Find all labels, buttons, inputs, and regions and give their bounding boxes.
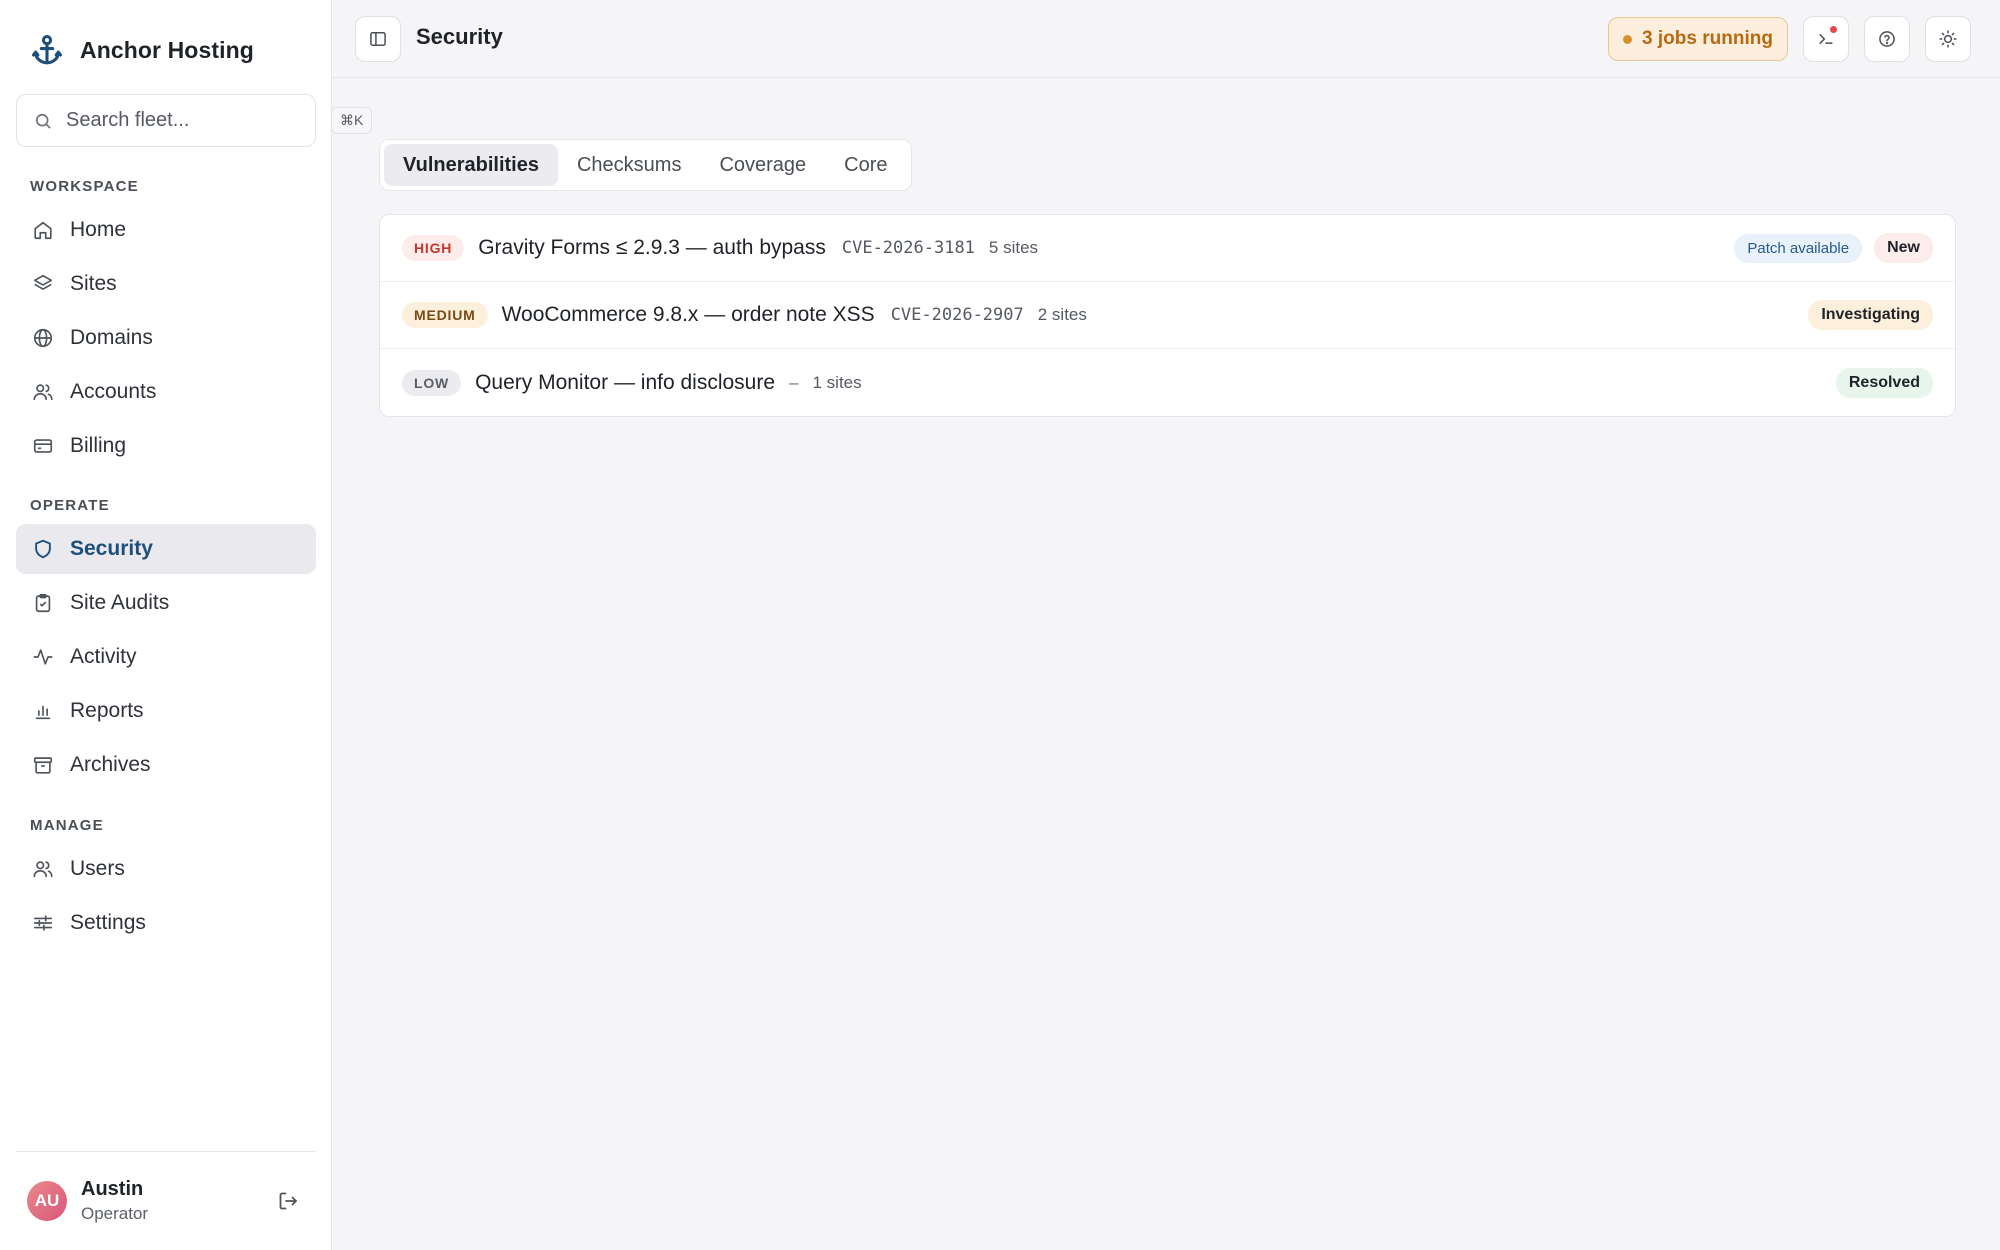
user-profile[interactable]: AU Austin Operator [16,1151,316,1250]
search-icon [33,111,53,131]
archive-icon [32,754,54,776]
sidebar-item-label: Billing [70,434,127,457]
sidebar-item-label: Home [70,218,127,241]
page-title: Security [416,24,503,49]
shield-icon [32,538,54,560]
theme-toggle-button[interactable] [1925,16,1971,62]
severity-badge: HIGH [402,235,465,261]
section-title-manage: MANAGE [30,817,104,834]
section-title-operate: OPERATE [30,497,110,514]
sidebar-item-label: Reports [70,699,144,722]
status-badge: New [1874,233,1933,263]
sidebar-item-activity[interactable]: Activity [16,632,316,682]
help-button[interactable] [1864,16,1910,62]
vulnerability-title: Gravity Forms ≤ 2.9.3 — auth bypass [478,236,826,259]
users-icon [32,858,54,880]
sidebar-item-label: Users [70,857,125,880]
sidebar-item-label: Archives [70,753,151,776]
sidebar-item-label: Accounts [70,380,157,403]
user-text: Austin Operator [81,1178,148,1224]
severity-badge: MEDIUM [402,302,488,328]
tab-coverage[interactable]: Coverage [700,144,825,186]
cve-id: CVE-2026-3181 [841,238,975,258]
jobs-status-dot [1623,34,1633,44]
vulnerability-title: Query Monitor — info disclosure [475,370,776,394]
severity-badge: LOW [402,369,462,396]
console-button[interactable] [1803,16,1849,62]
sidebar-item-label: Site Audits [70,591,170,614]
sidebar-item-archives[interactable]: Archives [16,740,316,790]
main-content: Security 3 jobs running Vulnerabilities … [332,0,2000,1250]
cve-id: – [789,372,799,392]
sidebar-item-accounts[interactable]: Accounts [16,367,316,417]
sidebar-item-reports[interactable]: Reports [16,686,316,736]
activity-icon [32,646,54,668]
jobs-running-button[interactable]: 3 jobs running [1608,17,1788,61]
help-icon [1877,29,1897,49]
table-row[interactable]: LOW Query Monitor — info disclosure – 1 … [380,349,1955,416]
vulnerability-title: WooCommerce 9.8.x — order note XSS [501,303,875,326]
tab-vulnerabilities[interactable]: Vulnerabilities [384,144,558,186]
brand[interactable]: Anchor Hosting [30,30,254,70]
patch-badge: Patch available [1734,233,1863,263]
jobs-running-label: 3 jobs running [1642,28,1773,49]
sliders-icon [32,912,54,934]
brand-name: Anchor Hosting [80,36,254,63]
section-title-workspace: WORKSPACE [30,178,139,195]
sidebar-item-home[interactable]: Home [16,205,316,255]
sidebar: Anchor Hosting ⌘K WORKSPACE Home Sites [0,0,373,1250]
tab-core[interactable]: Core [825,144,906,186]
sidebar-item-label: Sites [70,272,117,295]
sidebar-item-label: Security [70,537,153,560]
search-input[interactable] [66,109,331,132]
affected-sites: 5 sites [988,238,1039,257]
status-badge: Resolved [1835,367,1933,398]
affected-sites: 2 sites [1037,305,1087,324]
sidebar-item-sites[interactable]: Sites [16,259,316,309]
avatar: AU [27,1181,67,1221]
user-name: Austin [81,1178,144,1200]
sidebar-toggle-icon [368,29,388,49]
affected-sites: 1 sites [812,372,862,392]
sidebar-item-users[interactable]: Users [16,844,316,894]
security-tabs: Vulnerabilities Checksums Coverage Core [379,139,912,191]
sidebar-item-security[interactable]: Security [16,524,316,574]
logout-icon[interactable] [276,1189,300,1213]
app-root: Anchor Hosting ⌘K WORKSPACE Home Sites [0,0,2000,1250]
sidebar-item-label: Activity [70,645,137,668]
bar-chart-icon [32,700,54,722]
home-icon [32,219,54,241]
layers-icon [32,273,54,295]
status-badge: Investigating [1808,300,1933,330]
clipboard-check-icon [32,592,54,614]
sun-icon [1938,29,1958,49]
cve-id: CVE-2026-2907 [890,305,1024,325]
sidebar-item-label: Domains [70,326,153,349]
sidebar-item-site-audits[interactable]: Site Audits [16,578,316,628]
credit-card-icon [32,435,54,457]
notification-dot [1830,26,1837,33]
sidebar-item-billing[interactable]: Billing [16,421,316,471]
sidebar-item-label: Settings [70,911,146,934]
table-row[interactable]: MEDIUM WooCommerce 9.8.x — order note XS… [380,282,1955,349]
search-box[interactable]: ⌘K [16,94,373,147]
users-icon [32,381,54,403]
sidebar-item-domains[interactable]: Domains [16,313,316,363]
toggle-sidebar-button[interactable] [355,16,401,62]
topbar: Security 3 jobs running [332,0,2000,78]
tab-checksums[interactable]: Checksums [558,144,700,186]
user-role: Operator [81,1204,149,1223]
table-row[interactable]: HIGH Gravity Forms ≤ 2.9.3 — auth bypass… [380,215,1955,282]
globe-icon [32,327,54,349]
sidebar-item-settings[interactable]: Settings [16,898,316,948]
vulnerability-list: HIGH Gravity Forms ≤ 2.9.3 — auth bypass… [379,214,1956,417]
anchor-icon [30,32,64,68]
